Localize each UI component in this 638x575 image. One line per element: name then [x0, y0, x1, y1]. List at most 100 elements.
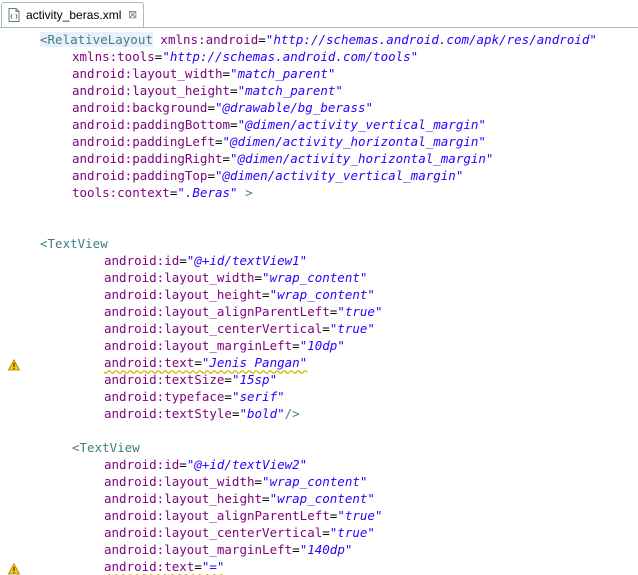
warning-icon[interactable] — [7, 560, 21, 575]
code-line[interactable]: android:text="=" — [104, 558, 224, 575]
code-line[interactable]: <RelativeLayout xmlns:android="http://sc… — [40, 31, 597, 48]
code-token: ".Beras" — [177, 185, 238, 200]
code-token: android:layout_width — [104, 474, 255, 489]
code-token: = — [222, 66, 231, 81]
code-token: = — [230, 117, 238, 132]
code-token: = — [194, 559, 202, 574]
code-line[interactable]: android:layout_alignParentLeft="true" — [104, 303, 382, 320]
code-line[interactable]: android:layout_width="wrap_content" — [104, 473, 367, 490]
warning-icon[interactable] — [7, 356, 21, 371]
code-line[interactable]: android:layout_centerVertical="true" — [104, 320, 375, 337]
code-line[interactable]: android:layout_marginLeft="140dp" — [104, 541, 352, 558]
code-token: android:paddingTop — [72, 168, 208, 183]
xml-editor[interactable]: <RelativeLayout xmlns:android = "http://sc… — [0, 28, 638, 575]
code-token: android:layout_height — [104, 491, 263, 506]
code-token: android:layout_alignParentLeft — [104, 508, 330, 523]
code-token: android:layout_height — [104, 287, 263, 302]
annotation-ruler — [0, 28, 30, 575]
code-token: = — [207, 168, 215, 183]
code-token: "15sp" — [231, 372, 278, 387]
code-token: = — [292, 542, 300, 557]
code-token: android:text — [104, 559, 195, 574]
code-token: = — [254, 474, 263, 489]
code-line[interactable]: android:layout_height="match_parent" — [72, 82, 343, 99]
code-line[interactable]: tools:context=".Beras" > — [72, 184, 253, 201]
code-line[interactable]: android:layout_height="wrap_content" — [104, 286, 375, 303]
code-line[interactable]: android:text="Jenis Pangan" — [104, 354, 307, 371]
code-line[interactable]: android:layout_width="match_parent" — [72, 65, 335, 82]
code-token: android:layout_width — [104, 270, 255, 285]
code-token: android:paddingLeft — [72, 134, 215, 149]
code-token: xmlns:android — [160, 32, 259, 47]
code-token: android:typeface — [104, 389, 225, 404]
code-token: "@drawable/bg_berass" — [215, 100, 374, 115]
code-line[interactable]: android:id="@+id/textView1" — [104, 252, 307, 269]
code-token: = — [207, 100, 215, 115]
code-token: = — [254, 270, 263, 285]
code-line[interactable]: android:paddingBottom="@dimen/activity_v… — [72, 116, 486, 133]
code-token: "10dp" — [299, 338, 345, 353]
code-token: "true" — [337, 508, 383, 523]
code-token: "match_parent" — [230, 66, 336, 81]
code-token: "match_parent" — [237, 83, 343, 98]
code-token: = — [224, 372, 232, 387]
code-token: <TextView — [40, 236, 108, 251]
code-token: android:layout_centerVertical — [104, 321, 323, 336]
code-token: = — [224, 389, 232, 404]
code-line[interactable]: android:background="@drawable/bg_berass" — [72, 99, 373, 116]
code-line[interactable]: <TextView — [40, 235, 108, 252]
code-line[interactable]: xmlns:tools="http://schemas.android.com/… — [72, 48, 418, 65]
code-line[interactable]: android:typeface="serif" — [104, 388, 285, 405]
code-line[interactable]: android:paddingTop="@dimen/activity_vert… — [72, 167, 463, 184]
code-token: = — [262, 491, 270, 506]
code-token: <TextView — [72, 440, 140, 455]
code-token: "wrap_content" — [262, 474, 368, 489]
code-token: = — [230, 83, 238, 98]
tab-label: activity_beras.xml — [26, 8, 122, 22]
code-token: "wrap_content" — [262, 270, 368, 285]
editor-tab-bar: activity_beras.xml ⊠ — [0, 0, 638, 28]
code-line[interactable]: android:layout_width="wrap_content" — [104, 269, 367, 286]
code-token: tools:context — [72, 185, 170, 200]
code-line[interactable]: android:paddingRight="@dimen/activity_ho… — [72, 150, 493, 167]
code-token: = — [222, 151, 231, 166]
code-token: = — [322, 321, 330, 336]
code-token: android:id — [104, 253, 180, 268]
tab-activity-beras-xml[interactable]: activity_beras.xml ⊠ — [1, 2, 144, 27]
code-token: android:text — [104, 355, 195, 370]
xml-file-icon — [8, 7, 20, 22]
code-token: = — [292, 338, 300, 353]
code-token: android:background — [72, 100, 208, 115]
code-token: "@+id/textView2" — [186, 457, 308, 472]
code-token: android:layout_alignParentLeft — [104, 304, 330, 319]
code-token: android:textSize — [104, 372, 225, 387]
code-token: "Jenis Pangan" — [201, 355, 308, 370]
code-token: "http://schemas.android.com/apk/res/andr… — [265, 32, 597, 47]
code-token: android:layout_height — [72, 83, 231, 98]
code-line[interactable]: <TextView — [72, 439, 140, 456]
code-token: "wrap_content" — [269, 287, 375, 302]
code-token: = — [179, 457, 187, 472]
close-icon[interactable]: ⊠ — [128, 8, 137, 22]
code-line[interactable]: android:id="@+id/textView2" — [104, 456, 307, 473]
code-line[interactable]: android:layout_centerVertical="true" — [104, 524, 375, 541]
code-token: "true" — [329, 525, 375, 540]
code-line[interactable]: android:textSize="15sp" — [104, 371, 277, 388]
code-line[interactable]: android:layout_alignParentLeft="true" — [104, 507, 382, 524]
code-line[interactable]: android:paddingLeft="@dimen/activity_hor… — [72, 133, 486, 150]
code-token: "@dimen/activity_horizontal_margin" — [222, 134, 486, 149]
code-token: "bold" — [239, 406, 285, 421]
code-token: "@dimen/activity_horizontal_margin" — [230, 151, 494, 166]
code-line[interactable]: android:layout_marginLeft="10dp" — [104, 337, 345, 354]
code-token: = — [179, 253, 187, 268]
code-token: "wrap_content" — [269, 491, 375, 506]
code-line[interactable]: android:layout_height="wrap_content" — [104, 490, 375, 507]
code-token: android:paddingBottom — [72, 117, 231, 132]
code-token: android:layout_marginLeft — [104, 542, 293, 557]
code-line[interactable]: android:textStyle="bold"/> — [104, 405, 300, 422]
code-token: "140dp" — [299, 542, 353, 557]
code-token: "=" — [201, 559, 225, 574]
code-token: = — [215, 134, 223, 149]
code-token: = — [258, 32, 266, 47]
